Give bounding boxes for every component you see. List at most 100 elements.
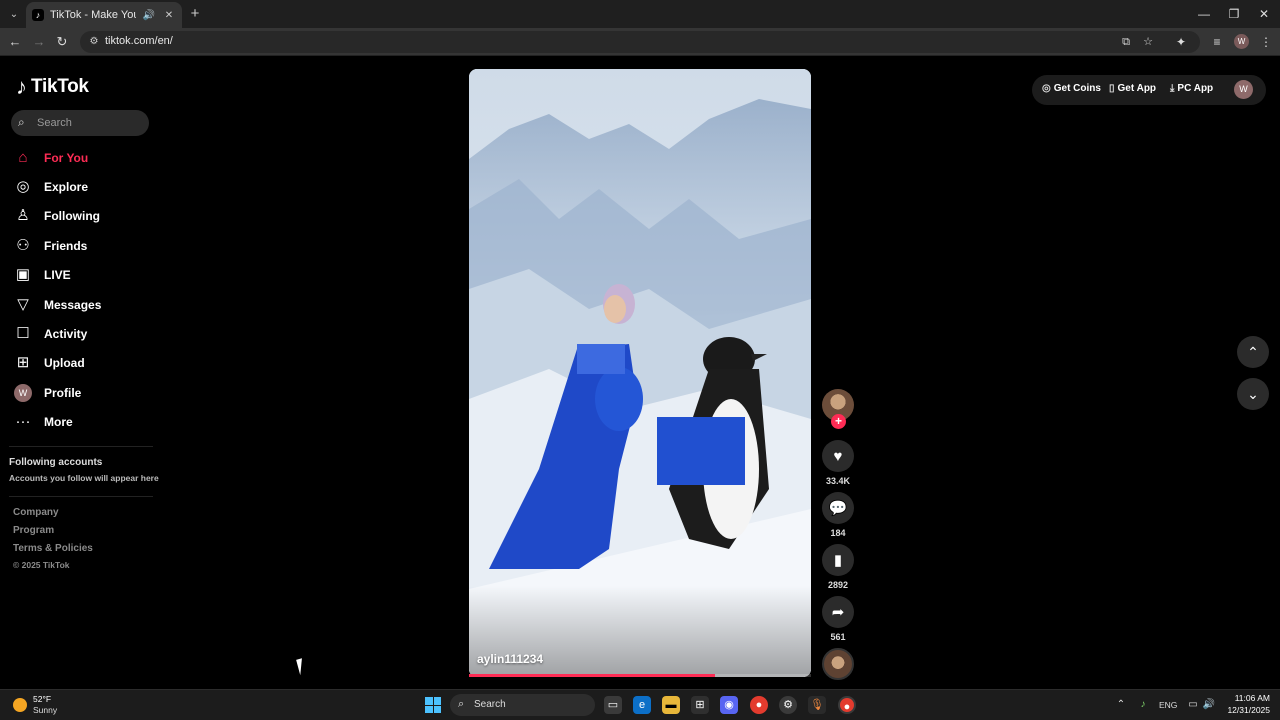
footer-link-company[interactable]: Company: [13, 507, 59, 518]
windows-start-icon[interactable]: [425, 697, 441, 713]
search-icon: ⌕: [18, 115, 25, 129]
weather-condition[interactable]: Sunny: [33, 705, 57, 715]
reload-icon[interactable]: ↻: [53, 33, 71, 51]
file-explorer-icon[interactable]: ▬: [662, 696, 680, 714]
network-icon[interactable]: ▭: [1186, 698, 1200, 712]
follow-plus-icon[interactable]: +: [831, 414, 846, 429]
clock-time[interactable]: 11:06 AM: [1226, 693, 1270, 703]
steam-icon[interactable]: ⚙: [779, 696, 797, 714]
taskbar: 52°F Sunny ⌕ Search ▭ e ▬ ⊞ ◉ ● ⚙ 🎙 ● ⌃ …: [0, 689, 1280, 720]
site-info-icon[interactable]: ⚙: [87, 35, 101, 49]
video-progress-bar[interactable]: [469, 674, 811, 677]
close-tab-icon[interactable]: ✕: [162, 10, 176, 21]
previous-video-button[interactable]: ⌃: [1237, 336, 1269, 368]
music-disc-avatar[interactable]: [822, 648, 854, 680]
nav-following[interactable]: ♙ Following: [14, 205, 100, 227]
install-app-icon[interactable]: ⧉: [1118, 34, 1134, 50]
tiktok-favicon-icon: ♪: [32, 9, 44, 21]
chrome-icon[interactable]: ●: [750, 696, 768, 714]
comment-count: 184: [830, 528, 846, 538]
get-coins-button[interactable]: ◎ Get Coins: [1042, 83, 1101, 94]
share-button[interactable]: ➦: [822, 596, 854, 628]
coin-icon: ◎: [1042, 83, 1051, 94]
nav-upload[interactable]: ⊞ Upload: [14, 352, 85, 374]
chrome-profile-icon[interactable]: ●: [838, 696, 856, 714]
nav-explore[interactable]: ◎ Explore: [14, 176, 88, 198]
nav-label: Explore: [44, 180, 89, 194]
header-actions: ◎ Get Coins ▯ Get App ⤓ PC App: [1032, 75, 1266, 105]
next-video-button[interactable]: ⌄: [1237, 378, 1269, 410]
search-icon: ⌕: [458, 698, 465, 710]
restore-icon[interactable]: ❐: [1226, 6, 1242, 22]
live-icon: ▣: [15, 266, 31, 283]
footer-link-terms[interactable]: Terms & Policies: [13, 543, 93, 554]
volume-icon[interactable]: 🔊: [1202, 698, 1216, 712]
get-app-button[interactable]: ▯ Get App: [1109, 83, 1156, 94]
chevron-down-icon: ⌄: [1247, 386, 1259, 402]
get-coins-label: Get Coins: [1053, 83, 1101, 94]
like-button[interactable]: ♥: [822, 440, 854, 472]
minimize-icon[interactable]: —: [1196, 6, 1212, 22]
video-progress-fill: [469, 674, 716, 677]
phone-icon: ▯: [1109, 83, 1115, 94]
discord-icon[interactable]: ◉: [720, 696, 738, 714]
more-icon: ···: [15, 413, 31, 430]
taskbar-search[interactable]: ⌕ Search: [450, 694, 595, 716]
bookmark-star-icon[interactable]: ☆: [1140, 34, 1156, 50]
following-accounts-empty-text: Accounts you follow will appear here: [9, 473, 159, 483]
extensions-icon[interactable]: ✦: [1172, 33, 1190, 51]
audio-playing-icon[interactable]: 🔊: [142, 10, 156, 21]
heart-icon: ♥: [833, 447, 843, 465]
video-author-name[interactable]: aylin111234: [477, 652, 543, 666]
video-player[interactable]: [469, 69, 811, 677]
mic-tray-icon[interactable]: ♪: [1136, 698, 1150, 712]
nav-live[interactable]: ▣ LIVE: [14, 264, 71, 286]
tray-overflow-icon[interactable]: ⌃: [1114, 698, 1128, 712]
video-frame: [469, 69, 811, 677]
reading-list-icon[interactable]: ≡: [1208, 33, 1226, 51]
language-indicator[interactable]: ENG: [1159, 700, 1177, 710]
user-avatar[interactable]: W: [1234, 80, 1253, 99]
nav-for-you[interactable]: ⌂ For You: [14, 147, 88, 169]
share-icon: ➦: [831, 604, 845, 621]
task-view-icon[interactable]: ▭: [604, 696, 622, 714]
pc-app-label: PC App: [1177, 83, 1214, 94]
copyright-text: © 2025 TikTok: [13, 560, 70, 570]
window-close-icon[interactable]: ✕: [1256, 6, 1272, 22]
browser-profile-avatar[interactable]: W: [1234, 34, 1249, 49]
comment-button[interactable]: 💬: [822, 492, 854, 524]
weather-temperature[interactable]: 52°F: [33, 694, 51, 704]
chevron-up-icon: ⌃: [1247, 344, 1259, 360]
address-bar[interactable]: ⚙ tiktok.com/en/ ⧉ ☆: [80, 31, 1200, 53]
avatar: W: [14, 384, 32, 402]
search-input[interactable]: [37, 114, 137, 132]
back-icon[interactable]: ←: [6, 33, 24, 51]
nav-friends[interactable]: ⚇ Friends: [14, 235, 87, 257]
store-icon[interactable]: ⊞: [691, 696, 709, 714]
nav-activity[interactable]: ☐ Activity: [14, 323, 87, 345]
browser-menu-icon[interactable]: ⋮: [1257, 33, 1275, 51]
clock-date[interactable]: 12/31/2025: [1216, 705, 1270, 715]
tab-search-button[interactable]: ⌄: [4, 4, 24, 24]
edge-icon[interactable]: e: [633, 696, 651, 714]
compass-icon: ◎: [16, 178, 30, 195]
nav-messages[interactable]: ▽ Messages: [14, 294, 101, 316]
comment-icon: 💬: [828, 500, 848, 517]
sun-icon[interactable]: [13, 698, 27, 712]
forward-icon[interactable]: →: [30, 33, 48, 51]
nav-more[interactable]: ··· More: [14, 411, 73, 433]
url-text[interactable]: tiktok.com/en/: [105, 35, 173, 47]
messages-icon: ▽: [17, 296, 29, 313]
search-box[interactable]: ⌕: [11, 110, 149, 136]
new-tab-button[interactable]: +: [186, 5, 204, 23]
bookmark-button[interactable]: ▮: [822, 544, 854, 576]
nav-profile[interactable]: W Profile: [14, 382, 81, 404]
download-icon: ⤓: [1170, 83, 1175, 94]
nav-label: Activity: [44, 327, 88, 341]
tiktok-logo[interactable]: ♪ TikTok: [16, 74, 89, 100]
pc-app-button[interactable]: ⤓ PC App: [1170, 83, 1213, 94]
following-icon: ♙: [16, 207, 30, 224]
browser-tab[interactable]: ♪ TikTok - Make Your Day 🔊 ✕: [26, 2, 182, 28]
microphone-app-icon[interactable]: 🎙: [808, 696, 826, 714]
footer-link-program[interactable]: Program: [13, 525, 54, 536]
